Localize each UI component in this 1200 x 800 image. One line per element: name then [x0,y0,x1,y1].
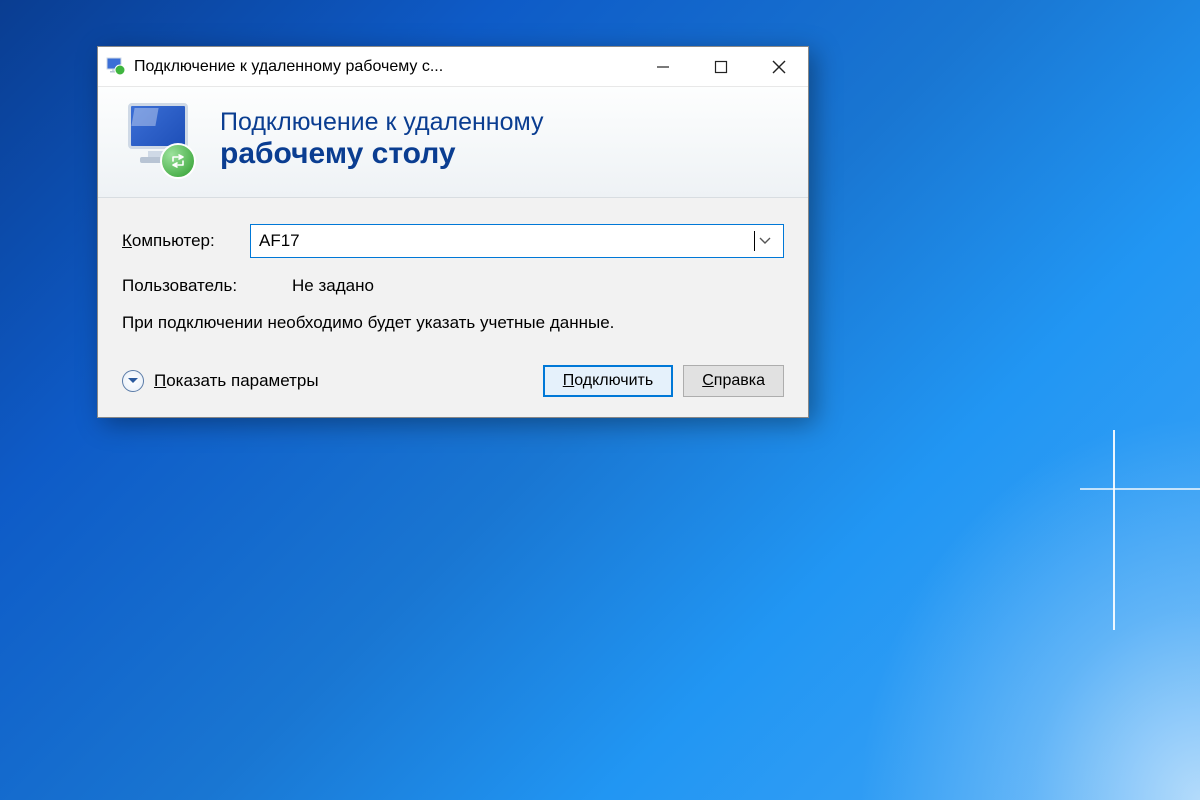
dialog-body: Компьютер: Пользователь: Не задано При п… [98,198,808,417]
user-row: Пользователь: Не задано [122,276,784,296]
rdp-dialog-window: Подключение к удаленному рабочему с... [97,46,809,418]
header-line-2: рабочему столу [220,137,544,172]
header-line-1: Подключение к удаленному [220,108,544,137]
show-options-label: Показать параметры [154,371,319,391]
user-label: Пользователь: [122,276,292,296]
computer-label: Компьютер: [122,231,250,251]
desktop-light-beam-h [1080,488,1200,490]
maximize-button[interactable] [692,47,750,87]
desktop-light-beam-v [1113,430,1115,630]
help-button[interactable]: Справка [683,365,784,397]
help-button-label: Справка [702,372,765,390]
minimize-icon [656,60,670,74]
app-icon [106,57,126,77]
minimize-button[interactable] [634,47,692,87]
connect-button[interactable]: Подключить [543,365,673,397]
desktop-light-glow [800,350,1200,800]
maximize-icon [714,60,728,74]
connect-button-label: Подключить [563,372,653,390]
computer-combobox[interactable] [250,224,784,258]
rdp-logo-icon [122,101,200,179]
chevron-down-icon[interactable] [755,237,775,245]
computer-input[interactable] [259,231,756,251]
footer-row: Показать параметры Подключить Справка [122,365,784,397]
close-icon [772,60,786,74]
chevron-down-circle-icon [122,370,144,392]
user-value: Не задано [292,276,374,296]
window-title: Подключение к удаленному рабочему с... [134,58,634,76]
header-band: Подключение к удаленному рабочему столу [98,87,808,198]
computer-field-row: Компьютер: [122,224,784,258]
titlebar[interactable]: Подключение к удаленному рабочему с... [98,47,808,87]
close-button[interactable] [750,47,808,87]
window-controls [634,47,808,87]
header-text: Подключение к удаленному рабочему столу [220,108,544,171]
show-options-toggle[interactable]: Показать параметры [122,370,319,392]
credentials-info-text: При подключении необходимо будет указать… [122,312,642,335]
